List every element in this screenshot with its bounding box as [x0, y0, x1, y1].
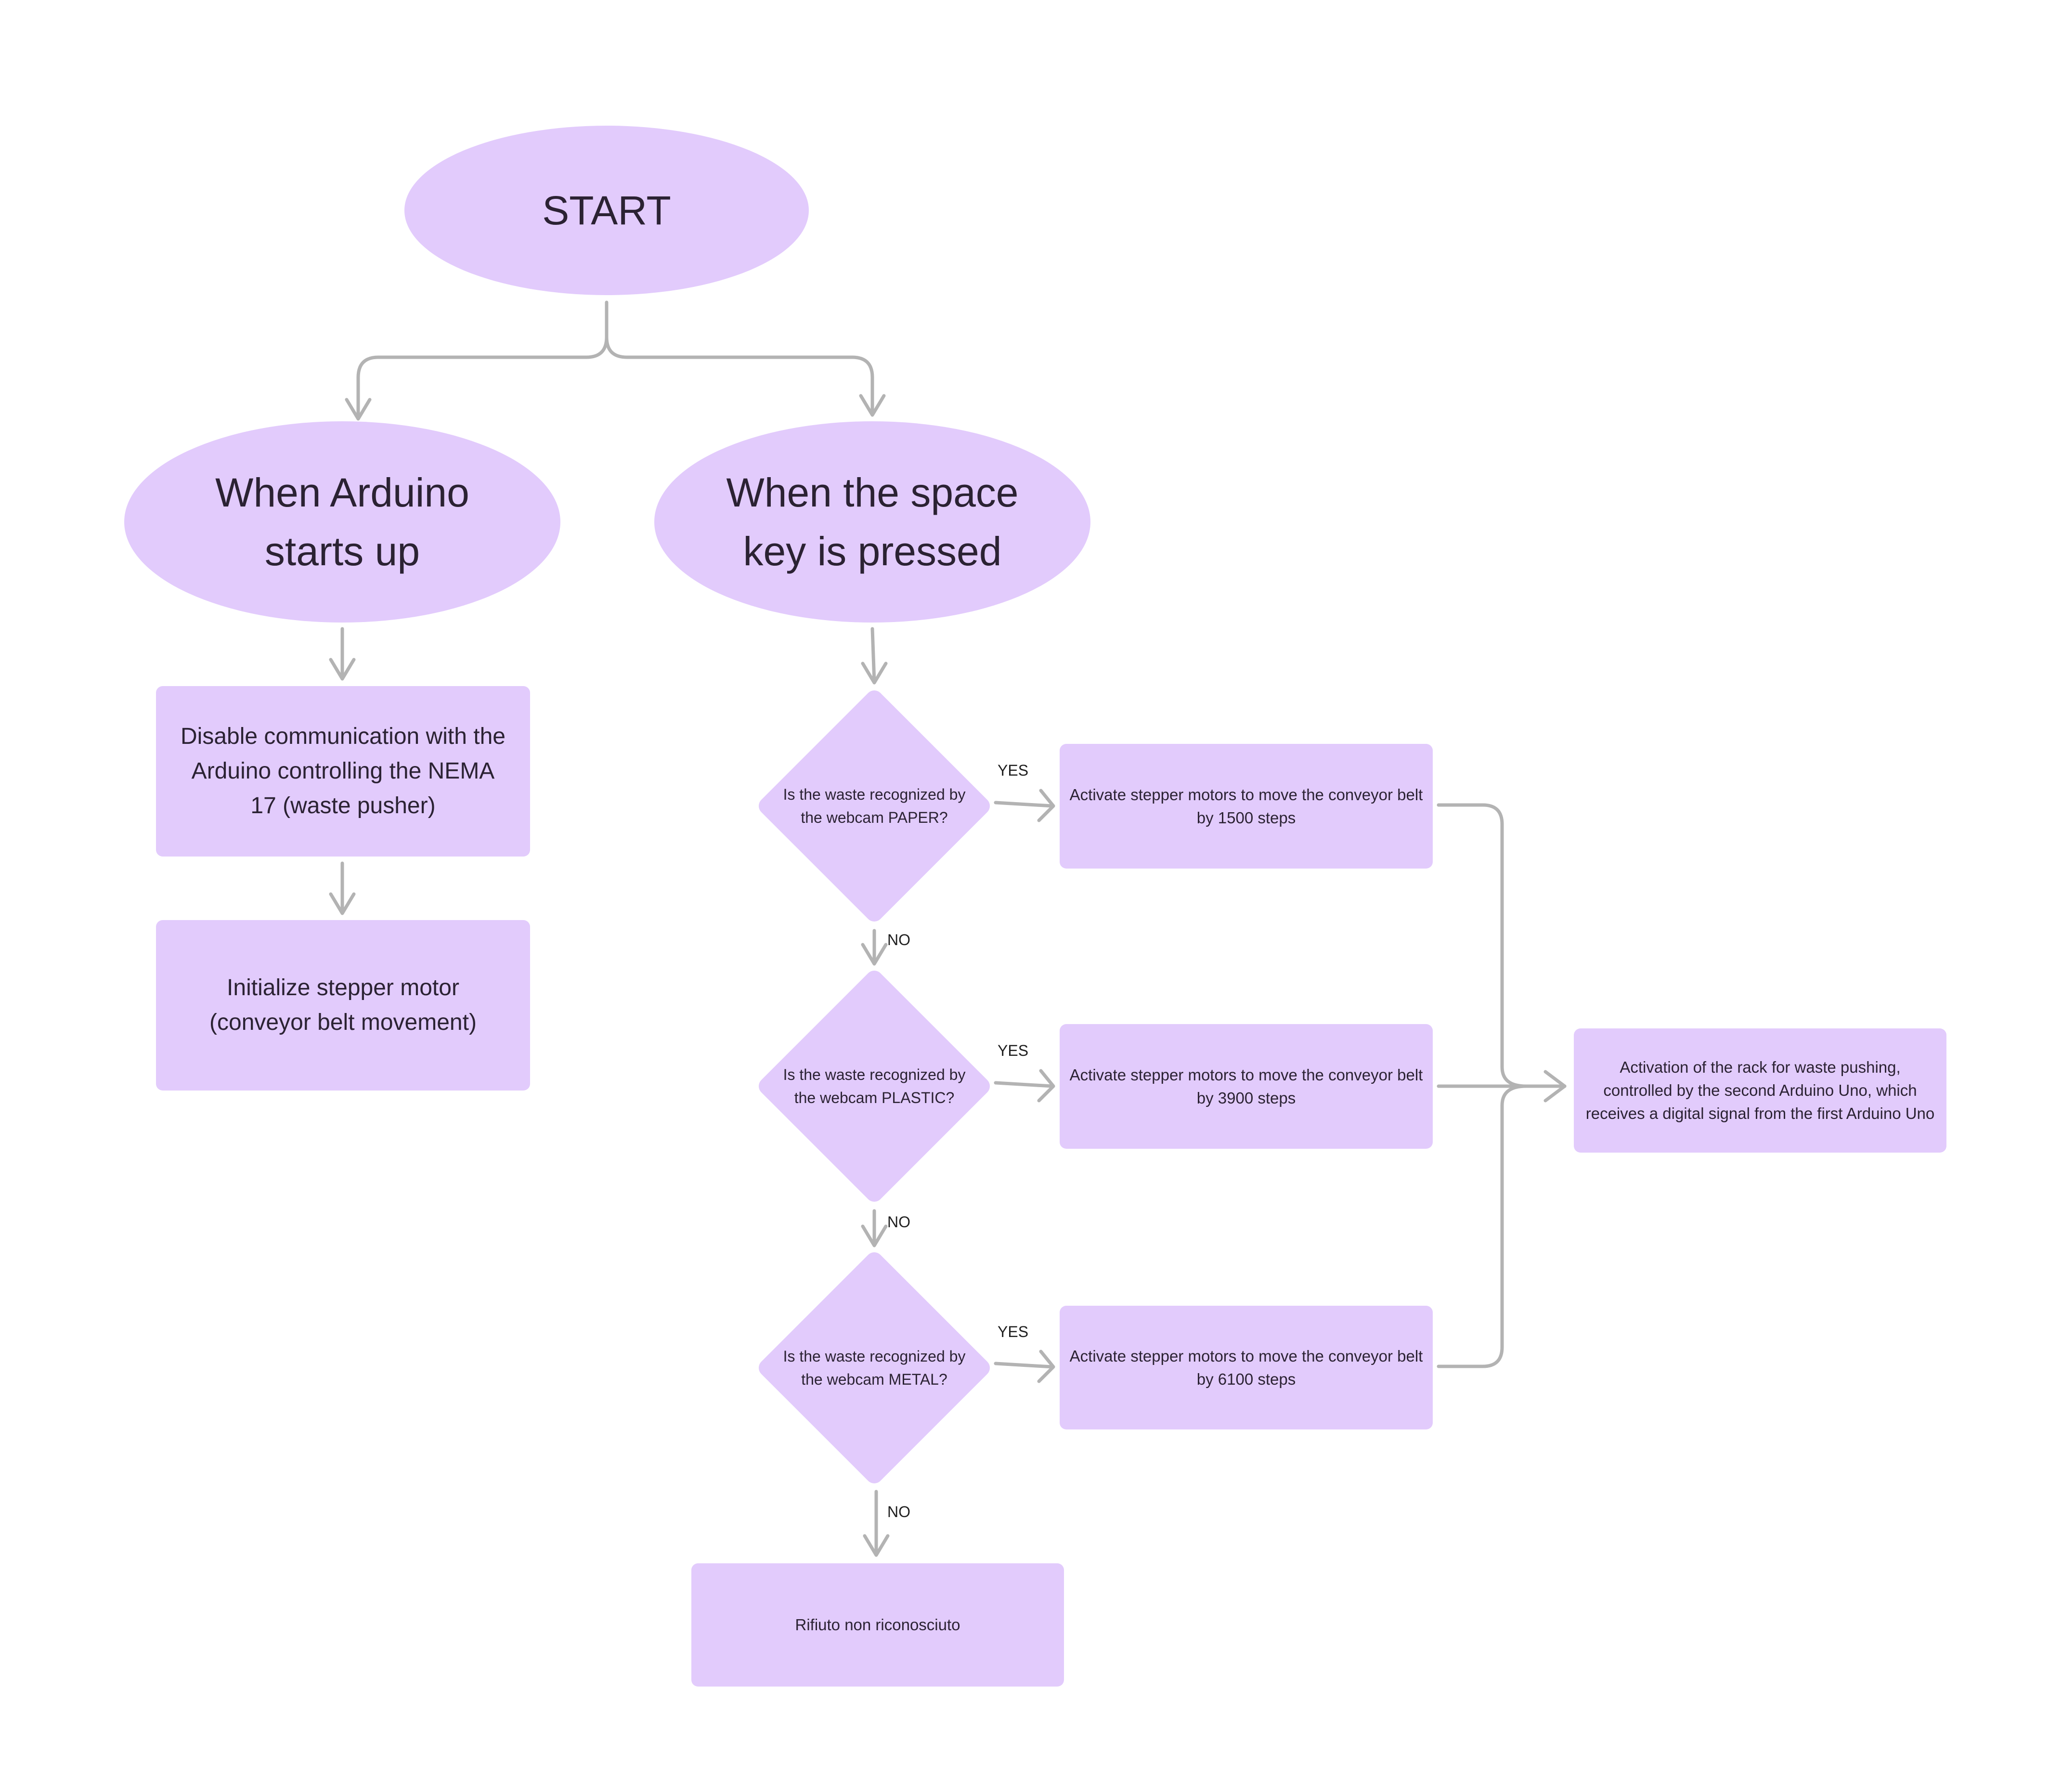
- edge-plastic-yes: [994, 1081, 1054, 1088]
- arduino-startup-node: When Arduino starts up: [124, 421, 560, 623]
- yes-label-paper: YES: [998, 762, 1029, 779]
- disable-communication-node: Disable communication with the Arduino c…: [156, 686, 530, 857]
- unrecognized-waste-label: Rifiuto non riconosciuto: [795, 1616, 960, 1634]
- edge-start-split: [356, 300, 609, 420]
- no-label-plastic: NO: [887, 1213, 910, 1231]
- rack-activation-label: Activation of the rack for waste pushing…: [1585, 1058, 1935, 1122]
- action-plastic-label: Activate stepper motors to move the conv…: [1069, 1065, 1423, 1107]
- edge-metal-yes: [994, 1362, 1054, 1369]
- start-label: START: [542, 188, 671, 233]
- decision-metal-node: Is the waste recognized by the webcam ME…: [754, 1247, 995, 1488]
- action-paper-node: Activate stepper motors to move the conv…: [1060, 744, 1433, 869]
- space-pressed-node: When the space key is pressed: [654, 421, 1090, 623]
- edge-space-to-paper: [870, 627, 876, 684]
- edge-paper-yes: [994, 801, 1054, 808]
- connectors: [329, 300, 1567, 1557]
- yes-label-plastic: YES: [998, 1042, 1029, 1059]
- unrecognized-waste-node: Rifiuto non riconosciuto: [691, 1563, 1064, 1687]
- init-stepper-label: Initialize stepper motor (conveyor belt …: [209, 975, 477, 1035]
- edge-action-metal-to-rack: [1437, 1084, 1528, 1368]
- no-label-metal: NO: [887, 1503, 910, 1520]
- decision-plastic-node: Is the waste recognized by the webcam PL…: [754, 966, 995, 1207]
- decision-paper-label: Is the waste recognized by the webcam PA…: [783, 786, 966, 826]
- decision-paper-node: Is the waste recognized by the webcam PA…: [754, 686, 995, 926]
- space-pressed-label: When the space key is pressed: [726, 470, 1019, 574]
- action-paper-label: Activate stepper motors to move the conv…: [1069, 785, 1423, 827]
- no-label-paper: NO: [887, 931, 910, 948]
- edge-action-paper-to-rack: [1437, 803, 1567, 1088]
- init-stepper-node: Initialize stepper motor (conveyor belt …: [156, 920, 530, 1091]
- start-node: START: [404, 126, 809, 295]
- decision-metal-label: Is the waste recognized by the webcam ME…: [783, 1348, 966, 1388]
- action-metal-label: Activate stepper motors to move the conv…: [1069, 1347, 1423, 1388]
- yes-label-metal: YES: [998, 1323, 1029, 1340]
- decision-plastic-label: Is the waste recognized by the webcam PL…: [783, 1066, 966, 1106]
- arduino-startup-label: When Arduino starts up: [215, 470, 469, 574]
- action-plastic-node: Activate stepper motors to move the conv…: [1060, 1024, 1433, 1149]
- action-metal-node: Activate stepper motors to move the conv…: [1060, 1306, 1433, 1429]
- edge-start-to-space: [605, 335, 874, 416]
- disable-communication-label: Disable communication with the Arduino c…: [181, 724, 506, 818]
- rack-activation-node: Activation of the rack for waste pushing…: [1574, 1028, 1946, 1153]
